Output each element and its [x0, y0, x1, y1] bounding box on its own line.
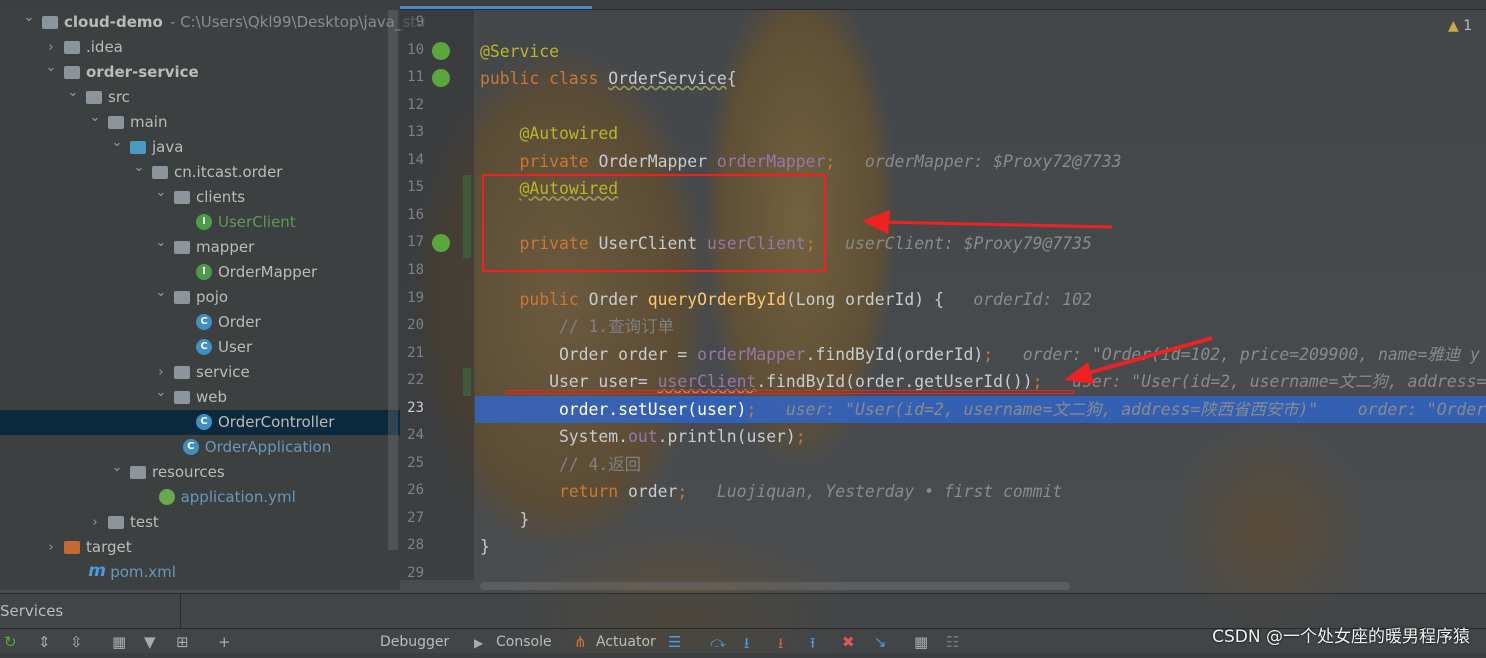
expand-all-icon[interactable]: ⇕	[38, 633, 51, 651]
filter-icon[interactable]: ▼	[144, 633, 156, 651]
rerun-icon[interactable]: ↻	[4, 633, 17, 651]
red-arrow-icon	[862, 210, 1112, 234]
run-to-cursor-icon[interactable]: ↘	[874, 633, 887, 651]
tab-console[interactable]: Console	[496, 634, 552, 650]
annotation-arrows	[0, 0, 1486, 653]
open-in-tab-icon[interactable]: ⊞	[176, 633, 189, 651]
add-service-icon[interactable]: +	[218, 633, 231, 651]
actuator-icon: ⋔	[574, 633, 587, 651]
drop-frame-icon[interactable]: ✖	[842, 633, 855, 651]
divider	[180, 593, 181, 628]
tab-actuator[interactable]: Actuator	[596, 634, 656, 650]
tab-debugger[interactable]: Debugger	[380, 634, 449, 650]
console-icon: ▶	[474, 636, 483, 650]
step-over-icon[interactable]: ⤼	[710, 633, 726, 651]
editor-horizontal-scrollbar[interactable]	[480, 582, 1070, 590]
collapse-all-icon[interactable]: ⇳	[70, 633, 83, 651]
force-step-into-icon[interactable]: ⭳	[778, 633, 783, 658]
step-into-icon[interactable]: ⭳	[744, 633, 749, 658]
evaluate-expression-icon[interactable]: ▦	[914, 633, 928, 651]
services-title: Services	[0, 602, 63, 620]
red-arrow-icon	[1064, 338, 1212, 384]
step-out-icon[interactable]: ⭱	[810, 633, 815, 658]
trace-icon[interactable]: ☷	[946, 633, 959, 651]
group-icon[interactable]: ▦	[112, 633, 126, 651]
show-execution-point-icon[interactable]: ☰	[668, 633, 681, 651]
watermark: CSDN @一个处女座的暖男程序猿	[1212, 622, 1470, 647]
